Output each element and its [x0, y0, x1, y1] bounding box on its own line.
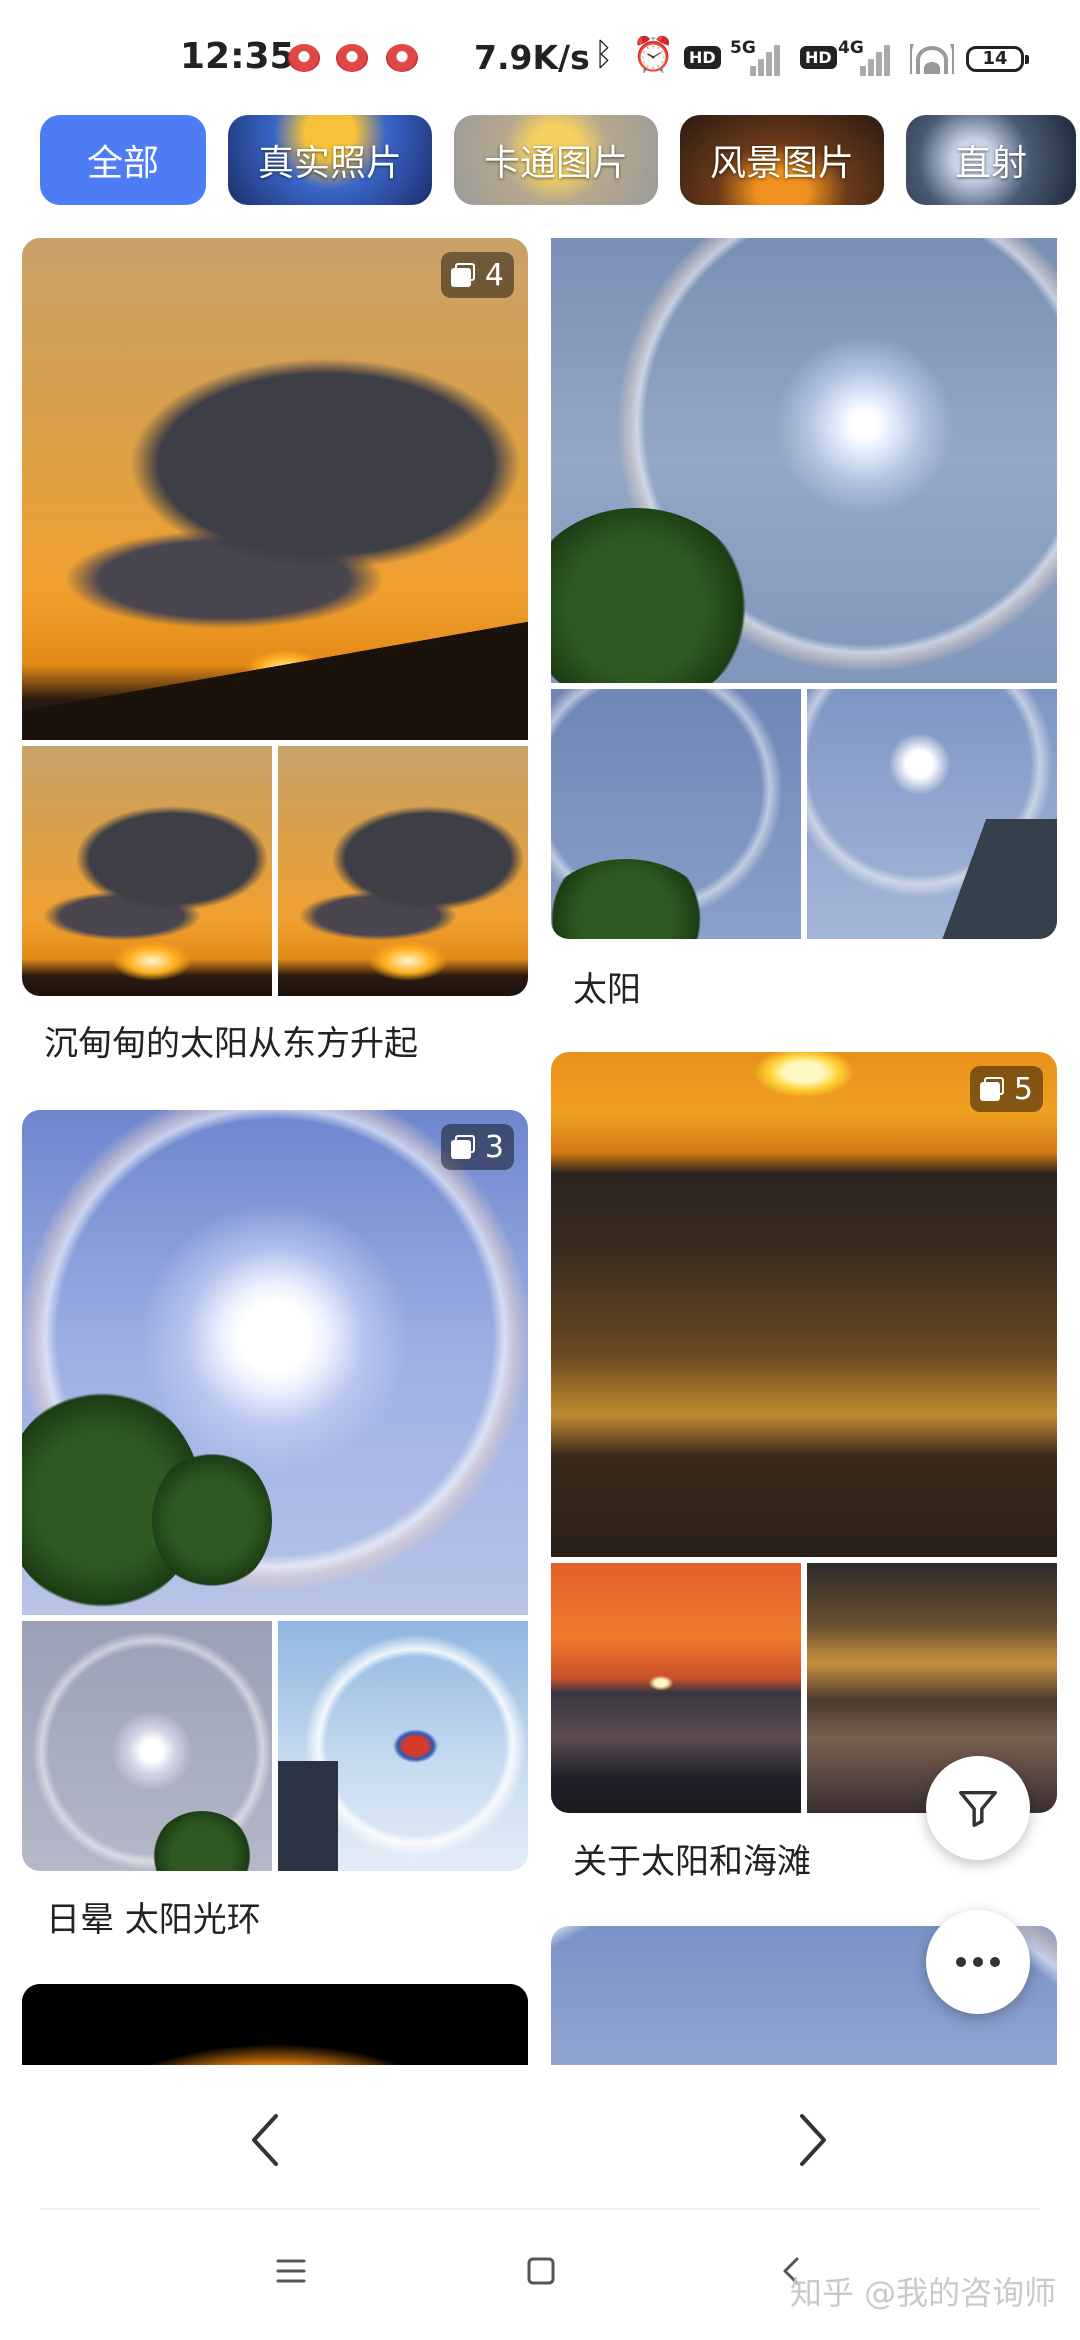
- signal-icon: [858, 40, 898, 76]
- notification-icon: [288, 44, 320, 72]
- card-main-image[interactable]: [22, 1110, 528, 1615]
- chip-cartoon-images[interactable]: 卡通图片: [454, 115, 658, 205]
- watermark: 知乎 @我的咨询师: [790, 2274, 1057, 2312]
- notification-icon: [386, 44, 418, 72]
- image-count-badge: 5: [969, 1066, 1043, 1112]
- image-stack-icon: [450, 1135, 477, 1159]
- hd-icon: HD: [800, 46, 837, 69]
- image-count: 3: [484, 1129, 504, 1165]
- card-main-image[interactable]: [22, 238, 528, 740]
- filter-icon: [959, 1790, 997, 1827]
- image-count-badge: 4: [440, 252, 514, 298]
- card-thumb-image[interactable]: [551, 689, 801, 939]
- battery-level: 14: [982, 48, 1008, 69]
- card-thumb-image[interactable]: [278, 1621, 528, 1871]
- image-stack-icon: [450, 263, 477, 287]
- chip-label: 卡通图片: [483, 143, 628, 184]
- more-button[interactable]: [926, 1910, 1030, 2014]
- alarm-icon: ⏰: [632, 35, 675, 75]
- chip-label: 全部: [86, 143, 159, 184]
- card-thumb-image[interactable]: [807, 1563, 1057, 1813]
- battery-icon: 14: [966, 46, 1029, 72]
- more-dots-icon: [956, 1957, 1000, 1967]
- card-thumb-image[interactable]: [22, 1621, 272, 1871]
- image-card[interactable]: [22, 1984, 528, 2065]
- image-count: 4: [484, 257, 504, 293]
- chip-all[interactable]: 全部: [40, 115, 206, 205]
- card-main-image[interactable]: [551, 238, 1057, 683]
- card-main-image[interactable]: [22, 1984, 528, 2065]
- status-bar: 12:35 7.9K/s ᛒ ⏰ HD 5G HD 4G 14: [0, 0, 1080, 90]
- notification-icon: [336, 44, 368, 72]
- card-caption[interactable]: 关于太阳和海滩: [573, 1834, 811, 1883]
- chevron-left-icon[interactable]: [248, 2110, 282, 2170]
- chip-label: 直射: [954, 143, 1027, 184]
- card-thumb-image[interactable]: [551, 1563, 801, 1813]
- signal-icon: [748, 40, 788, 76]
- image-card[interactable]: 4 沉甸甸的太阳从东方升起: [22, 238, 528, 1068]
- card-caption[interactable]: 太阳: [573, 962, 641, 1011]
- status-time: 12:35: [180, 36, 295, 77]
- divider: [40, 2208, 1040, 2210]
- image-stack-icon: [979, 1077, 1006, 1101]
- chevron-right-icon[interactable]: [796, 2110, 830, 2170]
- card-thumb-image[interactable]: [22, 746, 272, 996]
- home-icon[interactable]: [526, 2256, 556, 2286]
- chip-real-photos[interactable]: 真实照片: [228, 115, 432, 205]
- image-count: 5: [1013, 1071, 1033, 1107]
- chip-label: 风景图片: [709, 143, 854, 184]
- card-caption[interactable]: 日晕 太阳光环: [46, 1892, 261, 1941]
- image-count-badge: 3: [440, 1124, 514, 1170]
- chip-scenery-images[interactable]: 风景图片: [680, 115, 884, 205]
- card-main-image[interactable]: [551, 1052, 1057, 1557]
- chip-label: 真实照片: [257, 143, 402, 184]
- card-thumb-image[interactable]: [807, 689, 1057, 939]
- menu-icon[interactable]: [276, 2258, 306, 2284]
- card-caption[interactable]: 沉甸甸的太阳从东方升起: [44, 1016, 418, 1065]
- card-thumb-image[interactable]: [278, 746, 528, 996]
- category-bar: 全部 真实照片 卡通图片 风景图片 直射: [0, 105, 1080, 215]
- network-speed: 7.9K/s: [474, 38, 590, 77]
- hd-icon: HD: [684, 46, 721, 69]
- bluetooth-icon: ᛒ: [594, 35, 614, 73]
- image-card[interactable]: 太阳: [551, 238, 1057, 1018]
- image-card[interactable]: 3 日晕 太阳光环: [22, 1110, 528, 1950]
- filter-button[interactable]: [926, 1756, 1030, 1860]
- wifi-icon: [910, 44, 954, 74]
- chip-direct-sunlight[interactable]: 直射: [906, 115, 1076, 205]
